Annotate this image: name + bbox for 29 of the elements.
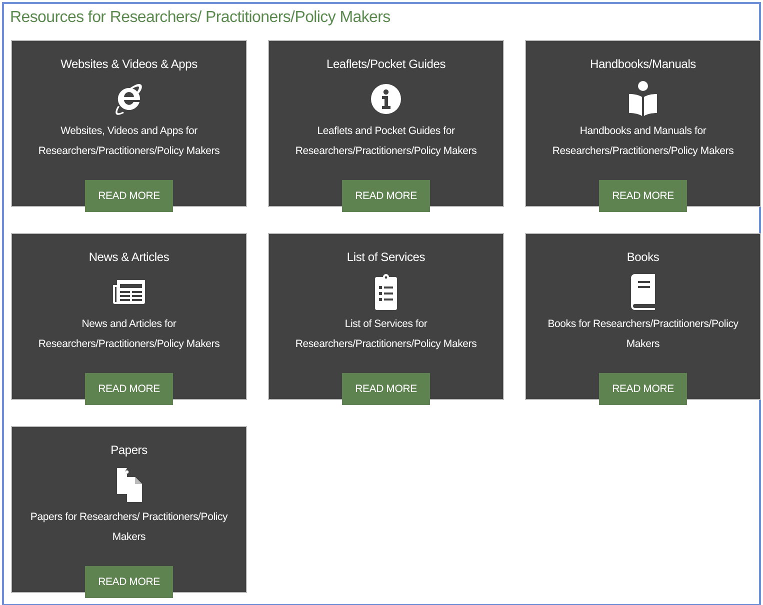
card-title: Leaflets/Pocket Guides — [326, 56, 446, 72]
documents-icon — [115, 467, 143, 503]
read-more-button[interactable]: READ MORE — [342, 373, 430, 405]
card-title: Books — [626, 249, 660, 265]
read-more-button[interactable]: READ MORE — [599, 180, 687, 212]
card-title: List of Services — [346, 249, 426, 265]
card-title: Papers — [110, 442, 148, 458]
card-title: Handbooks/Manuals — [590, 56, 696, 72]
card-description: News and Articles for Researchers/Practitioners/Policy Makers — [37, 317, 221, 352]
read-more-button[interactable]: READ MORE — [342, 180, 430, 212]
newspaper-icon — [112, 279, 146, 305]
card-description: Leaflets and Pocket Guides for Researchers/Practitioners/Policy Makers — [294, 124, 478, 159]
book-icon — [630, 274, 656, 310]
card-title: News & Articles — [88, 249, 170, 265]
read-more-button[interactable]: READ MORE — [599, 373, 687, 405]
card-description: Handbooks and Manuals for Researchers/Practitioners/Policy Makers — [551, 124, 735, 159]
globe-icon — [113, 82, 145, 116]
page-heading: Resources for Researchers/ Practitioners/Policy Makers — [10, 8, 390, 28]
info-icon — [370, 83, 402, 115]
card-description: List of Services for Researchers/Practitioners/Policy Makers — [294, 317, 478, 352]
clipboard-list-icon — [374, 274, 398, 310]
read-more-button[interactable]: READ MORE — [85, 566, 173, 598]
card-title: Websites & Videos & Apps — [60, 56, 198, 72]
read-more-button[interactable]: READ MORE — [85, 373, 173, 405]
read-more-button[interactable]: READ MORE — [85, 180, 173, 212]
card-description: Books for Researchers/Practitioners/Policy Makers — [546, 317, 740, 352]
card-description: Papers for Researchers/ Practitioners/Policy Makers — [29, 510, 229, 545]
person-reading-icon — [628, 81, 658, 117]
card-description: Websites, Videos and Apps for Researchers/Practitioners/Policy Makers — [37, 124, 221, 159]
